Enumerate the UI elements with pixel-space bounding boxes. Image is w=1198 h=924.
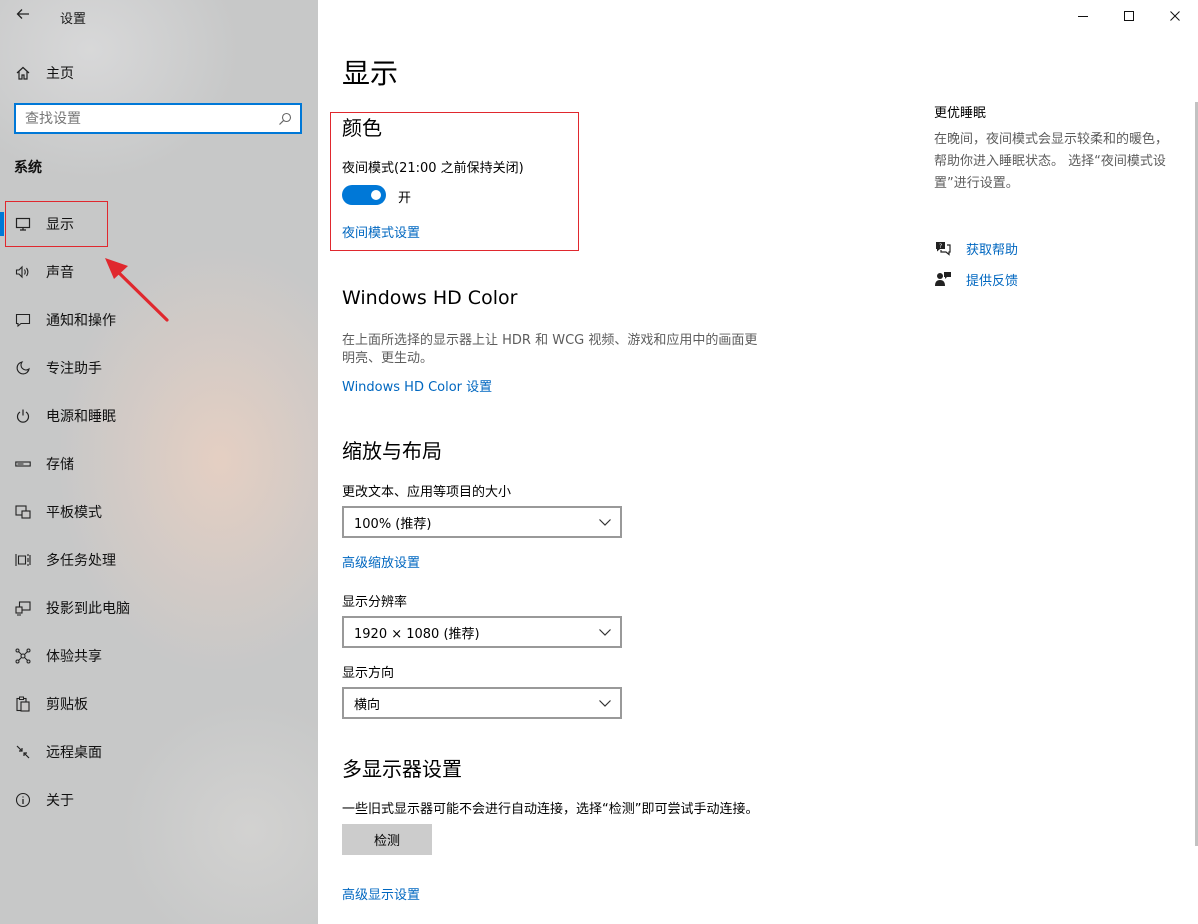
sidebar-item-project[interactable]: 投影到此电脑 [0, 584, 318, 632]
tablet-icon [14, 503, 32, 521]
sidebar-item-label: 远程桌面 [46, 745, 102, 761]
sidebar-item-home[interactable]: 主页 [14, 62, 74, 84]
app-title: 设置 [60, 12, 87, 27]
main-content: 显示 颜色 夜间模式(21:00 之前保持关闭) 开 夜间模式设置 Window… [318, 0, 1198, 924]
minimize-icon [1077, 7, 1089, 26]
annotation-arrow-icon [105, 258, 169, 322]
chevron-down-icon [598, 697, 612, 709]
maximize-button[interactable] [1106, 0, 1152, 32]
project-icon [14, 599, 32, 617]
toggle-knob [371, 190, 381, 200]
detect-button[interactable]: 检测 [342, 824, 432, 855]
sidebar-item-label: 关于 [46, 793, 74, 809]
page-title: 显示 [342, 57, 399, 90]
message-icon [14, 311, 32, 329]
multitask-icon [14, 551, 32, 569]
sidebar-item-power[interactable]: 电源和睡眠 [0, 392, 318, 440]
sidebar-item-label: 多任务处理 [46, 553, 116, 569]
better-sleep-description: 在晚间，夜间模式会显示较柔和的暖色，帮助你进入睡眠状态。 选择“夜间模式设置”进… [934, 132, 1169, 191]
sidebar-item-label: 电源和睡眠 [46, 409, 116, 425]
sidebar-item-label: 存储 [46, 457, 74, 473]
night-mode-toggle[interactable] [342, 185, 386, 205]
share-icon [14, 647, 32, 665]
hdr-description-line2: 明亮、更生动。 [342, 351, 434, 366]
sidebar-item-clipboard[interactable]: 剪贴板 [0, 680, 318, 728]
sidebar-item-focus-assist[interactable]: 专注助手 [0, 344, 318, 392]
help-chat-icon: ? [934, 239, 952, 257]
speaker-icon [14, 263, 32, 281]
search-box[interactable] [14, 103, 302, 134]
size-label: 更改文本、应用等项目的大小 [342, 485, 512, 500]
clipboard-icon [14, 695, 32, 713]
info-icon [14, 791, 32, 809]
scale-dropdown[interactable]: 100% (推荐) [342, 506, 622, 538]
sidebar-item-label: 声音 [46, 265, 74, 281]
close-button[interactable] [1152, 0, 1198, 32]
close-icon [1169, 7, 1181, 26]
sidebar-item-label: 剪贴板 [46, 697, 88, 713]
night-mode-label: 夜间模式(21:00 之前保持关闭) [342, 161, 524, 176]
sidebar-item-about[interactable]: 关于 [0, 776, 318, 824]
hdr-heading: Windows HD Color [342, 287, 518, 309]
sidebar-item-label: 专注助手 [46, 361, 102, 377]
resolution-dropdown[interactable]: 1920 × 1080 (推荐) [342, 616, 622, 648]
sidebar-item-label: 平板模式 [46, 505, 102, 521]
scale-value: 100% (推荐) [354, 516, 432, 532]
get-help-link[interactable]: 获取帮助 [966, 239, 1018, 258]
advanced-scaling-link[interactable]: 高级缩放设置 [342, 552, 420, 571]
sidebar-item-label: 体验共享 [46, 649, 102, 665]
power-icon [14, 407, 32, 425]
sidebar-item-multitask[interactable]: 多任务处理 [0, 536, 318, 584]
search-input[interactable] [25, 110, 265, 127]
sidebar-item-label: 投影到此电脑 [46, 601, 130, 617]
moon-icon [14, 359, 32, 377]
sidebar: 设置 主页 系统 显示 声音 通知和操作 [0, 0, 318, 924]
orientation-dropdown[interactable]: 横向 [342, 687, 622, 719]
storage-icon [14, 455, 32, 473]
feedback-row[interactable]: 提供反馈 [934, 269, 1018, 289]
hdr-description-line1: 在上面所选择的显示器上让 HDR 和 WCG 视频、游戏和应用中的画面更 [342, 333, 758, 348]
chevron-down-icon [598, 516, 612, 528]
sidebar-item-storage[interactable]: 存储 [0, 440, 318, 488]
multi-display-description: 一些旧式显示器可能不会进行自动连接，选择“检测”即可尝试手动连接。 [342, 802, 759, 817]
scale-heading: 缩放与布局 [342, 439, 442, 463]
multi-display-heading: 多显示器设置 [342, 757, 462, 781]
night-mode-settings-link[interactable]: 夜间模式设置 [342, 222, 420, 241]
sidebar-item-shared-experiences[interactable]: 体验共享 [0, 632, 318, 680]
remote-icon [14, 743, 32, 761]
feedback-icon [934, 270, 952, 288]
minimize-button[interactable] [1060, 0, 1106, 32]
toggle-state-label: 开 [398, 191, 412, 206]
home-icon [14, 64, 32, 82]
better-sleep-title: 更优睡眠 [934, 106, 987, 121]
sidebar-item-tablet[interactable]: 平板模式 [0, 488, 318, 536]
chevron-down-icon [598, 626, 612, 638]
back-arrow-icon[interactable] [12, 6, 34, 28]
resolution-value: 1920 × 1080 (推荐) [354, 626, 480, 642]
section-label: 系统 [14, 160, 42, 176]
sidebar-item-remote-desktop[interactable]: 远程桌面 [0, 728, 318, 776]
orientation-label: 显示方向 [342, 666, 395, 681]
annotation-highlight-box [5, 201, 108, 247]
get-help-row[interactable]: ? 获取帮助 [934, 238, 1018, 258]
color-heading: 颜色 [342, 116, 382, 140]
advanced-display-link[interactable]: 高级显示设置 [342, 884, 420, 903]
svg-text:?: ? [939, 243, 942, 250]
hdr-settings-link[interactable]: Windows HD Color 设置 [342, 376, 492, 395]
search-icon[interactable] [278, 111, 292, 125]
maximize-icon [1123, 7, 1135, 26]
orientation-value: 横向 [354, 697, 381, 713]
feedback-link[interactable]: 提供反馈 [966, 270, 1018, 289]
home-label: 主页 [46, 66, 74, 82]
resolution-label: 显示分辨率 [342, 595, 408, 610]
